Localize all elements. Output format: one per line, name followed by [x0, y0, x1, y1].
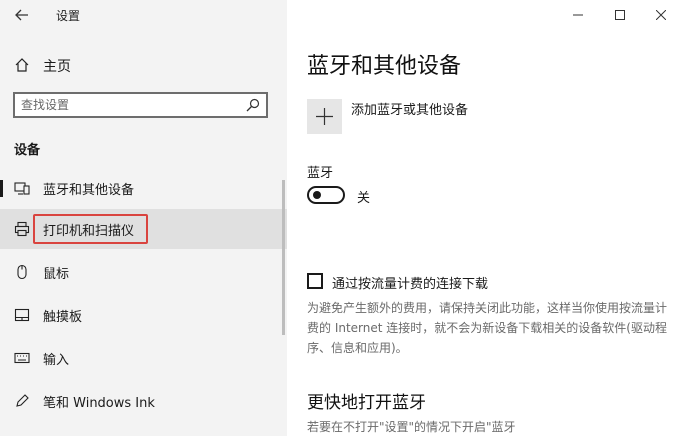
section-heading-devices: 设备 [14, 143, 41, 158]
sidebar: 设置 主页 设备 蓝牙和其他设备 打印机和扫描仪 鼠标 触摸板 输入 笔和 Wi… [0, 0, 287, 436]
sidebar-item-label: 蓝牙和其他设备 [43, 183, 135, 198]
sidebar-item-touchpad[interactable]: 触摸板 [0, 295, 287, 335]
sidebar-item-home[interactable]: 主页 [0, 50, 287, 80]
search-box[interactable] [13, 92, 268, 118]
quick-bluetooth-heading: 更快地打开蓝牙 [307, 393, 426, 413]
home-label: 主页 [43, 59, 71, 75]
metered-description: 为避免产生额外的费用，请保持关闭此功能，这样当你使用按流量计费的 Interne… [307, 301, 668, 355]
search-input[interactable] [21, 96, 241, 114]
add-device-button[interactable] [307, 99, 342, 134]
metered-download-label[interactable]: 通过按流量计费的连接下载 [332, 273, 488, 292]
close-button[interactable] [646, 4, 676, 26]
maximize-button[interactable] [605, 4, 635, 26]
back-arrow-icon [15, 9, 28, 21]
touchpad-icon [14, 308, 30, 322]
sidebar-item-bluetooth[interactable]: 蓝牙和其他设备 [0, 168, 287, 208]
back-button[interactable] [10, 4, 34, 26]
home-icon [15, 58, 29, 72]
sidebar-item-label: 输入 [43, 353, 70, 368]
toggle-knob [313, 191, 321, 199]
sidebar-item-printers[interactable]: 打印机和扫描仪 [0, 209, 287, 249]
minimize-button[interactable] [563, 4, 593, 26]
maximize-icon [615, 10, 625, 20]
bluetooth-state: 关 [357, 191, 371, 206]
bluetooth-label: 蓝牙 [307, 166, 334, 181]
main-content: 蓝牙和其他设备 添加蓝牙或其他设备 蓝牙 关 通过按流量计费的连接下载 为避免产… [287, 0, 682, 436]
sidebar-item-label: 鼠标 [43, 267, 70, 282]
app-title: 设置 [56, 9, 81, 23]
sidebar-item-mouse[interactable]: 鼠标 [0, 252, 287, 292]
printer-icon [14, 221, 30, 237]
selection-indicator [0, 180, 3, 197]
sidebar-item-pen[interactable]: 笔和 Windows Ink [0, 381, 287, 421]
sidebar-item-label: 笔和 Windows Ink [43, 396, 155, 411]
sidebar-scrollbar[interactable] [282, 180, 285, 335]
close-icon [656, 10, 666, 20]
minimize-icon [573, 14, 583, 16]
pen-icon [16, 394, 29, 407]
mouse-icon [17, 264, 27, 280]
add-device-label[interactable]: 添加蓝牙或其他设备 [351, 99, 468, 118]
keyboard-icon [14, 352, 30, 364]
annotation-highlight-box [33, 214, 148, 244]
plus-icon [316, 108, 333, 125]
bluetooth-devices-icon [14, 182, 30, 195]
search-icon[interactable] [246, 98, 260, 112]
quick-bluetooth-description: 若要在不打开"设置"的情况下开启"蓝牙 [307, 420, 516, 434]
bluetooth-toggle[interactable] [307, 186, 345, 204]
metered-download-checkbox[interactable] [307, 273, 323, 289]
page-title: 蓝牙和其他设备 [307, 54, 462, 79]
sidebar-item-typing[interactable]: 输入 [0, 338, 287, 378]
sidebar-item-label: 触摸板 [43, 310, 83, 325]
